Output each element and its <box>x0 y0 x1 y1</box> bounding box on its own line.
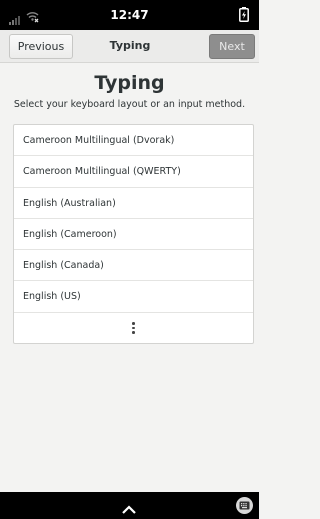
keyboard-icon[interactable] <box>236 497 253 514</box>
clock: 12:47 <box>110 8 149 22</box>
battery-charging-icon <box>239 7 249 26</box>
previous-button[interactable]: Previous <box>9 34 73 59</box>
next-button[interactable]: Next <box>209 34 255 59</box>
list-item[interactable]: Cameroon Multilingual (Dvorak) <box>14 125 253 157</box>
header-title: Typing <box>109 39 151 52</box>
bottom-bar <box>0 492 259 519</box>
list-item[interactable]: English (Australian) <box>14 188 253 219</box>
show-more-button[interactable] <box>14 313 253 343</box>
layout-list: Cameroon Multilingual (Dvorak) Cameroon … <box>13 124 254 344</box>
list-item[interactable]: English (US) <box>14 281 253 313</box>
status-bar: 12:47 <box>0 0 259 30</box>
chevron-up-icon[interactable] <box>121 500 137 519</box>
list-item[interactable]: Cameroon Multilingual (QWERTY) <box>14 156 253 188</box>
header-bar: Previous Typing Next <box>0 30 259 63</box>
list-item[interactable]: English (Cameroon) <box>14 219 253 251</box>
list-item[interactable]: English (Canada) <box>14 250 253 282</box>
kebab-more-icon <box>132 322 135 334</box>
page-subtitle: Select your keyboard layout or an input … <box>13 99 246 110</box>
page-title: Typing <box>94 72 165 94</box>
